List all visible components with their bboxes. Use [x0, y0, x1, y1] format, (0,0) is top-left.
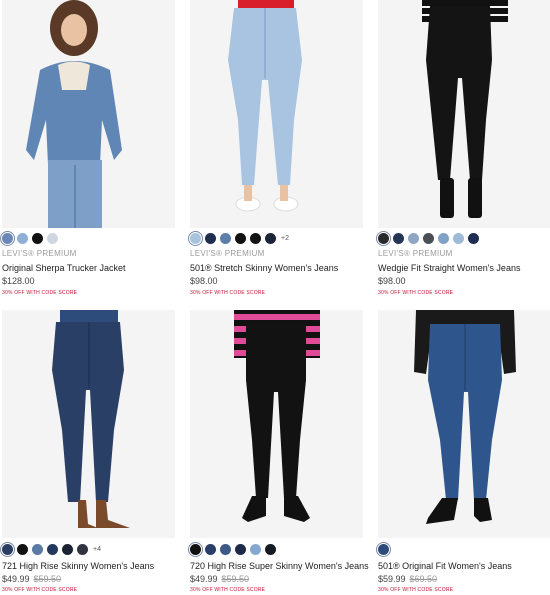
- color-swatches: [2, 231, 58, 245]
- product-price: $98.00: [190, 276, 218, 286]
- current-price: $128.00: [2, 276, 35, 286]
- color-swatch[interactable]: [220, 232, 231, 244]
- promo-text: 30% OFF WITH CODE SCORE: [378, 587, 454, 593]
- model-photo-icon: [190, 310, 363, 538]
- color-swatch[interactable]: [378, 232, 389, 244]
- current-price: $49.99: [190, 574, 218, 584]
- color-swatch[interactable]: [378, 543, 389, 555]
- color-swatch[interactable]: [468, 232, 479, 244]
- color-swatch[interactable]: [17, 543, 28, 555]
- product-brand: LEVI'S® PREMIUM: [2, 249, 77, 258]
- product-brand: LEVI'S® PREMIUM: [378, 249, 453, 258]
- color-swatch[interactable]: [265, 232, 276, 244]
- color-swatch[interactable]: [32, 543, 43, 555]
- color-swatch[interactable]: [77, 543, 88, 555]
- current-price: $98.00: [378, 276, 406, 286]
- color-swatch[interactable]: [265, 543, 276, 555]
- model-photo-icon: [2, 0, 175, 228]
- model-photo-icon: [378, 310, 550, 538]
- color-swatches: +4: [2, 542, 101, 556]
- color-swatch[interactable]: [62, 543, 73, 555]
- color-swatches: [378, 542, 389, 556]
- product-card[interactable]: LEVI'S® PREMIUM Original Sherpa Trucker …: [2, 0, 175, 300]
- model-photo-icon: [190, 0, 363, 228]
- color-swatch[interactable]: [423, 232, 434, 244]
- product-price: $49.99 $59.50: [2, 574, 61, 584]
- current-price: $98.00: [190, 276, 218, 286]
- promo-text: 30% OFF WITH CODE SCORE: [2, 290, 78, 296]
- color-swatch[interactable]: [438, 232, 449, 244]
- product-card[interactable]: +4 721 High Rise Skinny Women's Jeans $4…: [2, 310, 175, 595]
- color-swatch[interactable]: [190, 543, 201, 555]
- product-image[interactable]: [378, 310, 550, 538]
- promo-text: 30% OFF WITH CODE SCORE: [378, 290, 454, 296]
- color-swatches: [378, 231, 479, 245]
- more-colors-link[interactable]: +4: [93, 546, 101, 553]
- promo-text: 30% OFF WITH CODE SCORE: [2, 587, 78, 593]
- product-price: $59.99 $69.50: [378, 574, 437, 584]
- color-swatch[interactable]: [190, 232, 201, 244]
- original-price: $69.50: [409, 574, 438, 584]
- color-swatch[interactable]: [408, 232, 419, 244]
- product-card[interactable]: +2 LEVI'S® PREMIUM 501® Stretch Skinny W…: [190, 0, 363, 300]
- product-name[interactable]: 720 High Rise Super Skinny Women's Jeans: [190, 561, 369, 571]
- original-price: $59.50: [33, 574, 62, 584]
- model-photo-icon: [2, 310, 175, 538]
- color-swatch[interactable]: [2, 543, 13, 555]
- current-price: $59.99: [378, 574, 406, 584]
- product-image[interactable]: [190, 0, 363, 228]
- product-grid: LEVI'S® PREMIUM Original Sherpa Trucker …: [0, 0, 550, 595]
- color-swatch[interactable]: [205, 232, 216, 244]
- product-image[interactable]: [190, 310, 363, 538]
- color-swatch[interactable]: [17, 232, 28, 244]
- product-name[interactable]: Original Sherpa Trucker Jacket: [2, 263, 126, 273]
- color-swatches: +2: [190, 231, 289, 245]
- original-price: $59.50: [221, 574, 250, 584]
- product-price: $128.00: [2, 276, 35, 286]
- color-swatch[interactable]: [250, 232, 261, 244]
- product-brand: LEVI'S® PREMIUM: [190, 249, 265, 258]
- product-name[interactable]: 501® Original Fit Women's Jeans: [378, 561, 512, 571]
- product-price: $98.00: [378, 276, 406, 286]
- promo-text: 30% OFF WITH CODE SCORE: [190, 290, 266, 296]
- color-swatch[interactable]: [47, 543, 58, 555]
- color-swatch[interactable]: [220, 543, 231, 555]
- product-image[interactable]: [378, 0, 550, 228]
- current-price: $49.99: [2, 574, 30, 584]
- color-swatch[interactable]: [205, 543, 216, 555]
- product-card[interactable]: 720 High Rise Super Skinny Women's Jeans…: [190, 310, 369, 595]
- color-swatch[interactable]: [47, 232, 58, 244]
- product-price: $49.99 $59.50: [190, 574, 249, 584]
- product-name[interactable]: Wedgie Fit Straight Women's Jeans: [378, 263, 520, 273]
- product-name[interactable]: 501® Stretch Skinny Women's Jeans: [190, 263, 338, 273]
- product-card[interactable]: LEVI'S® PREMIUM Wedgie Fit Straight Wome…: [378, 0, 550, 300]
- color-swatch[interactable]: [453, 232, 464, 244]
- more-colors-link[interactable]: +2: [281, 235, 289, 242]
- product-image[interactable]: [2, 310, 175, 538]
- color-swatch[interactable]: [235, 232, 246, 244]
- color-swatch[interactable]: [250, 543, 261, 555]
- product-image[interactable]: [2, 0, 175, 228]
- color-swatch[interactable]: [393, 232, 404, 244]
- product-name[interactable]: 721 High Rise Skinny Women's Jeans: [2, 561, 154, 571]
- model-photo-icon: [378, 0, 550, 228]
- color-swatches: [190, 542, 276, 556]
- promo-text: 30% OFF WITH CODE SCORE: [190, 587, 266, 593]
- color-swatch[interactable]: [32, 232, 43, 244]
- color-swatch[interactable]: [235, 543, 246, 555]
- product-card[interactable]: 501® Original Fit Women's Jeans $59.99 $6…: [378, 310, 550, 595]
- color-swatch[interactable]: [2, 232, 13, 244]
